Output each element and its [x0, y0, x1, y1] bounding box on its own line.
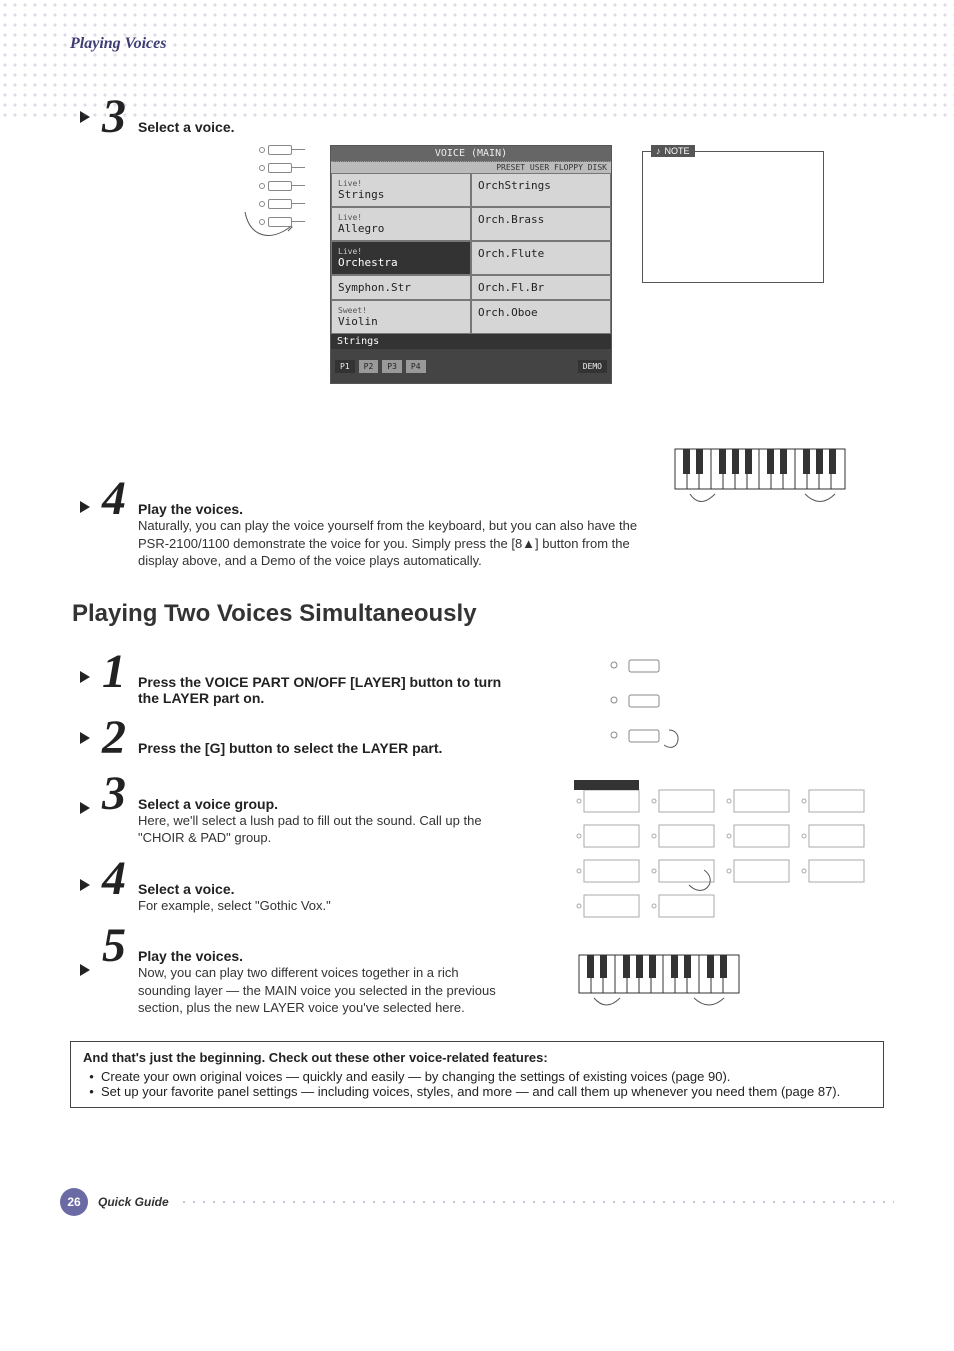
step-body: Naturally, you can play the voice yourse… — [138, 517, 658, 570]
bullet-triangle-icon — [80, 501, 90, 513]
note-label: NOTE — [651, 145, 695, 157]
two-step-3: 3 Select a voice group. Here, we'll sele… — [80, 770, 544, 847]
step-heading: Play the voices. — [138, 501, 658, 517]
step-body: Here, we'll select a lush pad to fill ou… — [138, 812, 508, 847]
bullet-triangle-icon — [80, 964, 90, 976]
voice-group-grid-illustration — [574, 780, 894, 930]
bullet-triangle-icon — [80, 671, 90, 683]
step-number: 4 — [102, 475, 126, 523]
section-heading-two-voices: Playing Two Voices Simultaneously — [72, 600, 894, 628]
page-footer: 26 Quick Guide — [60, 1188, 894, 1236]
footer-dots-decoration — [179, 1200, 894, 1204]
step-3: 3 Select a voice. — [80, 93, 894, 141]
layer-buttons-illustration — [604, 650, 894, 760]
step-heading: Select a voice. — [138, 881, 331, 897]
step-body: For example, select "Gothic Vox." — [138, 897, 331, 915]
step-number: 2 — [102, 714, 126, 762]
bullet-triangle-icon — [80, 111, 90, 123]
bullet-triangle-icon — [80, 802, 90, 814]
two-step-1: 1 Press the VOICE PART ON/OFF [LAYER] bu… — [80, 648, 544, 706]
lcd-title: VOICE (MAIN) — [331, 146, 611, 162]
voice-related-features-box: And that's just the beginning. Check out… — [70, 1041, 884, 1108]
lcd-category: Strings — [331, 334, 611, 349]
page-number-badge: 26 — [60, 1188, 88, 1216]
step-4: 4 Play the voices. Naturally, you can pl… — [80, 444, 894, 570]
step-body: Now, you can play two different voices t… — [138, 964, 508, 1017]
panel-buttons-illustration — [260, 145, 300, 247]
keyboard-hands-icon — [670, 444, 850, 514]
step-heading: Play the voices. — [138, 948, 508, 964]
lcd-storage-tabs: PRESET USER FLOPPY DISK — [331, 162, 611, 173]
footer-title: Quick Guide — [98, 1195, 169, 1209]
feature-item: Create your own original voices — quickl… — [101, 1069, 871, 1084]
note-box: NOTE — [642, 151, 824, 283]
keyboard-hands-icon — [574, 950, 894, 1015]
lcd-footer: P1 P2 P3 P4 DEMO — [331, 349, 611, 383]
bullet-triangle-icon — [80, 879, 90, 891]
step-heading: Press the [G] button to select the LAYER… — [138, 740, 442, 756]
lcd-screen-illustration: VOICE (MAIN) PRESET USER FLOPPY DISK Liv… — [330, 145, 612, 384]
two-step-4: 4 Select a voice. For example, select "G… — [80, 855, 544, 915]
step-number: 1 — [102, 648, 126, 696]
step-number: 5 — [102, 922, 126, 970]
step-heading: Select a voice. — [138, 119, 235, 135]
feature-item: Set up your favorite panel settings — in… — [101, 1084, 871, 1099]
breadcrumb: Playing Voices — [70, 35, 894, 53]
step-number: 3 — [102, 93, 126, 141]
two-step-5: 5 Play the voices. Now, you can play two… — [80, 922, 544, 1017]
step-heading: Select a voice group. — [138, 796, 508, 812]
bullet-triangle-icon — [80, 732, 90, 744]
step-number: 3 — [102, 770, 126, 818]
step-number: 4 — [102, 855, 126, 903]
box-lead: And that's just the beginning. Check out… — [83, 1050, 871, 1065]
step-heading: Press the VOICE PART ON/OFF [LAYER] butt… — [138, 674, 508, 706]
two-step-2: 2 Press the [G] button to select the LAY… — [80, 714, 544, 762]
